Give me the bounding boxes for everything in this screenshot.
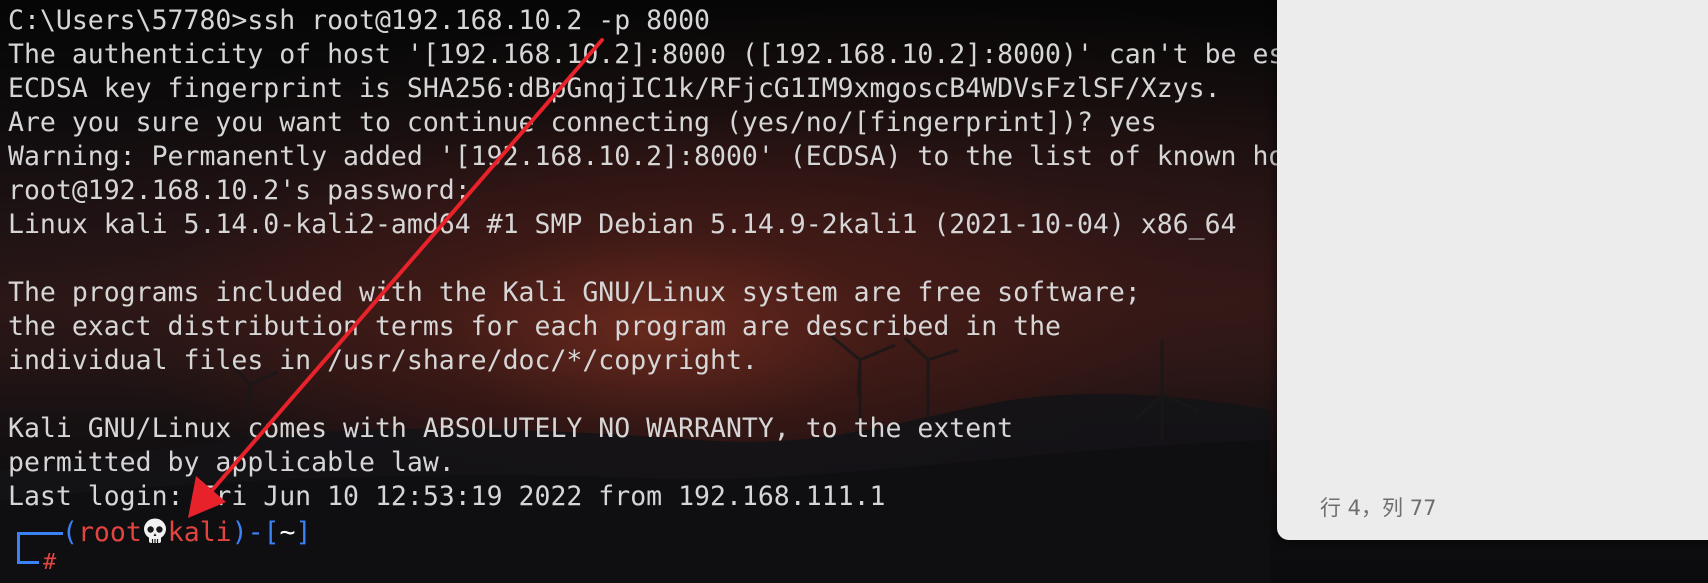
terminal-line: The programs included with the Kali GNU/… — [8, 277, 1141, 308]
terminal-line: ECDSA key fingerprint is SHA256:dBpGnqjI… — [8, 73, 1221, 104]
prompt-host: kali — [167, 517, 232, 548]
terminal-line: Warning: Permanently added '[192.168.10.… — [8, 141, 1349, 172]
terminal-line: individual files in /usr/share/doc/*/cop… — [8, 345, 758, 376]
terminal-line: Linux kali 5.14.0-kali2-amd64 #1 SMP Deb… — [8, 209, 1237, 240]
prompt-close-paren: )-[ — [231, 517, 280, 548]
prompt-close-bracket: ] — [295, 517, 312, 548]
terminal-line: permitted by applicable law. — [8, 447, 455, 478]
editor-side-panel — [1277, 0, 1708, 540]
terminal-line: the exact distribution terms for each pr… — [8, 311, 1061, 342]
terminal-output: C:\Users\57780>ssh root@192.168.10.2 -p … — [8, 4, 1444, 514]
prompt-symbol: # — [43, 550, 57, 575]
terminal-line: Are you sure you want to continue connec… — [8, 107, 1157, 138]
cursor-position-status: 行 4，列 77 — [1320, 496, 1437, 520]
prompt-user: root — [77, 517, 142, 548]
terminal-line: root@192.168.10.2's password: — [8, 175, 471, 206]
shell-prompt: (root kali)-[~] — [14, 516, 311, 550]
terminal-line: Kali GNU/Linux comes with ABSOLUTELY NO … — [8, 413, 1014, 444]
terminal-line: The authenticity of host '[192.168.10.2]… — [8, 39, 1444, 70]
terminal-line: Last login: Fri Jun 10 12:53:19 2022 fro… — [8, 481, 886, 512]
terminal-line: C:\Users\57780>ssh root@192.168.10.2 -p … — [8, 5, 710, 36]
skull-icon — [143, 518, 166, 543]
prompt-open-paren: ( — [62, 517, 78, 548]
prompt-path: ~ — [279, 517, 296, 548]
